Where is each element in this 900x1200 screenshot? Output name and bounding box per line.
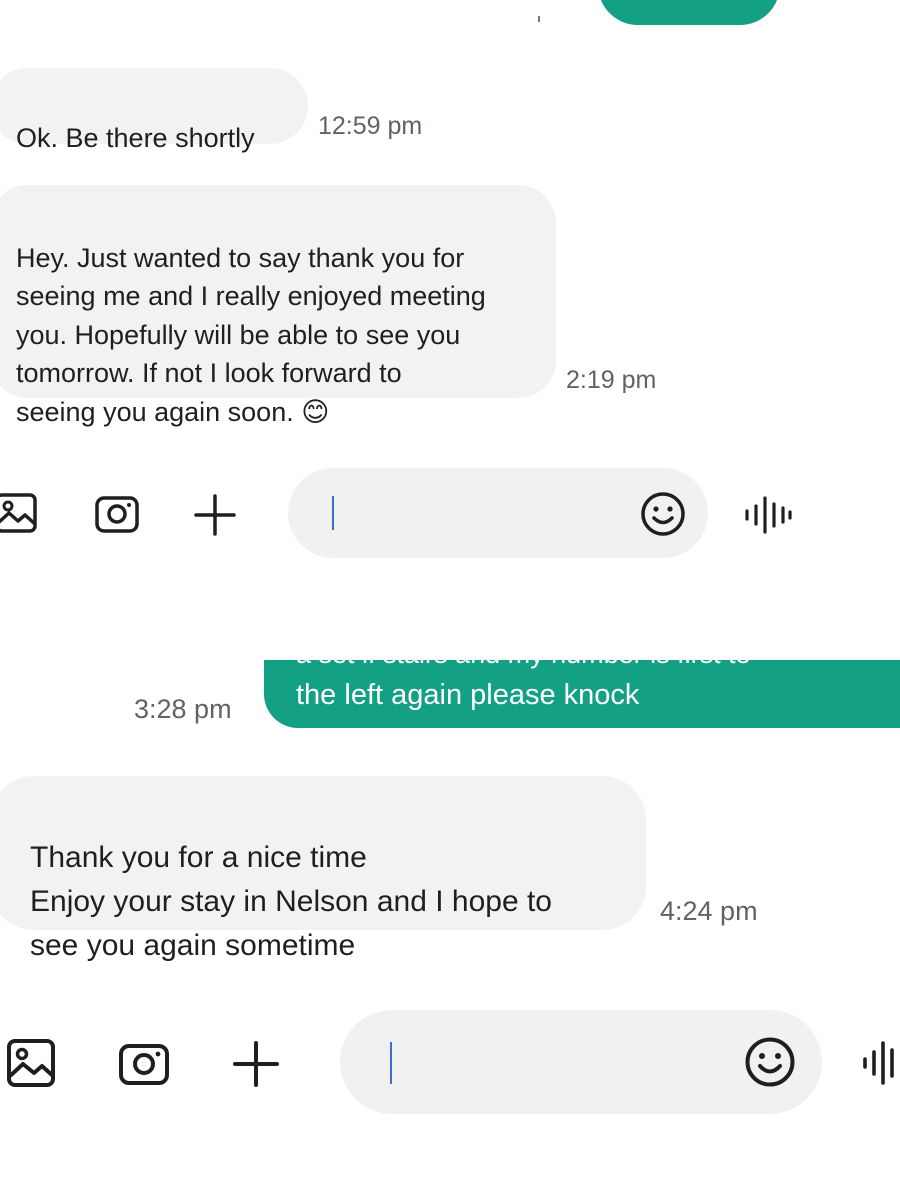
text-cursor (332, 496, 334, 530)
message-text: the left again please knock (296, 679, 640, 711)
emoji-icon[interactable] (640, 491, 686, 537)
message-timestamp: 2:19 pm (566, 366, 657, 394)
camera-icon[interactable] (118, 1040, 170, 1086)
message-input[interactable] (340, 1010, 822, 1114)
gallery-icon[interactable] (0, 492, 38, 534)
message-timestamp: 3:28 pm (134, 694, 232, 724)
voice-waveform-icon[interactable] (744, 494, 792, 536)
message-text: Hey. Just wanted to say thank you for se… (16, 242, 486, 427)
text-cursor (390, 1042, 392, 1084)
camera-icon[interactable] (94, 492, 140, 534)
voice-waveform-icon[interactable] (862, 1038, 900, 1088)
emoji-icon[interactable] (744, 1036, 796, 1088)
outgoing-message-bubble[interactable]: a set if stairs and my number is first t… (264, 660, 900, 728)
plus-icon[interactable] (232, 1040, 280, 1088)
outgoing-bubble-cutoff[interactable] (598, 0, 780, 25)
incoming-message-bubble[interactable]: Ok. Be there shortly (0, 68, 308, 153)
gallery-icon[interactable] (6, 1038, 56, 1088)
incoming-message-bubble[interactable]: Hey. Just wanted to say thank you for se… (0, 185, 556, 427)
message-text: Thank you for a nice time Enjoy your sta… (30, 841, 552, 962)
incoming-message-bubble[interactable]: Thank you for a nice time Enjoy your sta… (0, 776, 646, 962)
message-timestamp: 12:59 pm (318, 112, 423, 140)
message-timestamp: 4:24 pm (660, 896, 758, 926)
message-text: Ok. Be there shortly (16, 123, 255, 153)
message-input[interactable] (288, 468, 708, 558)
message-text-cutoff: a set if stairs and my number is first t… (296, 660, 751, 670)
plus-icon[interactable] (193, 493, 237, 537)
cutoff-mark (538, 16, 540, 22)
